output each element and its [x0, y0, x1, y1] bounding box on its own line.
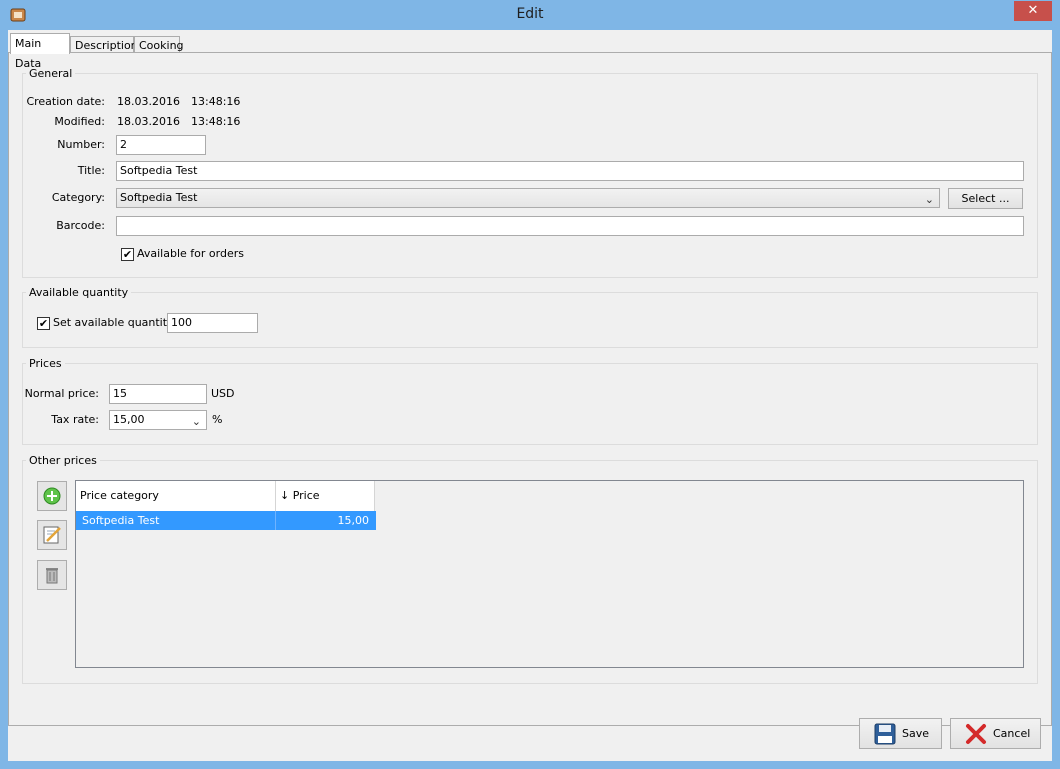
add-price-button[interactable] — [37, 481, 67, 511]
chevron-down-icon: ⌄ — [924, 193, 934, 206]
category-value: Softpedia Test — [120, 191, 198, 204]
category-dropdown[interactable]: Softpedia Test ⌄ — [116, 188, 940, 208]
cancel-button[interactable]: Cancel — [950, 718, 1041, 749]
other-prices-group-title: Other prices — [26, 454, 100, 467]
tab-cooking[interactable]: Cooking — [134, 36, 184, 53]
tab-description[interactable]: Description — [70, 36, 138, 53]
available-quantity-group-title: Available quantity — [26, 286, 132, 299]
save-label: Save — [902, 727, 930, 740]
set-quantity-checkbox[interactable]: ✔ — [37, 317, 50, 330]
main-data-panel: General Creation date: 18.03.2016 13:48:… — [8, 52, 1052, 726]
barcode-label: Barcode: — [56, 219, 105, 232]
table-header: Price category ↓ Price — [76, 481, 375, 511]
normal-price-label: Normal price: — [24, 387, 99, 400]
column-header-price[interactable]: ↓ Price — [276, 481, 375, 511]
prices-group — [22, 363, 1038, 445]
edit-icon — [43, 526, 61, 544]
delete-price-button[interactable] — [37, 560, 67, 590]
available-for-orders-checkbox[interactable]: ✔ — [121, 248, 134, 261]
save-button[interactable]: Save — [859, 718, 942, 749]
number-label: Number: — [57, 138, 105, 151]
tax-rate-value: 15,00 — [113, 413, 145, 426]
title-bar: Edit ✕ — [0, 0, 1060, 30]
tab-main-data[interactable]: Main Data — [10, 33, 70, 70]
set-quantity-label: Set available quantity: — [53, 316, 177, 329]
title-field[interactable]: Softpedia Test — [116, 161, 1024, 181]
tax-rate-dropdown[interactable]: 15,00 ⌄ — [109, 410, 207, 430]
quantity-field[interactable]: 100 — [167, 313, 258, 333]
creation-date-label: Creation date: — [26, 95, 105, 108]
category-label: Category: — [51, 191, 105, 204]
table-row[interactable]: Softpedia Test 15,00 — [76, 511, 376, 530]
modified-label: Modified: — [54, 115, 105, 128]
barcode-field[interactable] — [116, 216, 1024, 236]
creation-time-value: 13:48:16 — [191, 95, 241, 108]
window-title: Edit — [516, 6, 544, 22]
red-x-icon — [966, 724, 986, 744]
add-icon — [43, 487, 61, 505]
normal-price-field[interactable]: 15 — [109, 384, 207, 404]
cancel-label: Cancel — [993, 727, 1031, 740]
edit-window: Edit ✕ Main Data Description Cooking Gen… — [0, 0, 1060, 769]
edit-price-button[interactable] — [37, 520, 67, 550]
dialog-client: Main Data Description Cooking General Cr… — [8, 30, 1052, 761]
prices-group-title: Prices — [26, 357, 65, 370]
tax-rate-label: Tax rate: — [51, 413, 99, 426]
chevron-down-icon: ⌄ — [191, 415, 201, 428]
row-price: 15,00 — [337, 514, 370, 527]
title-label: Title: — [77, 164, 105, 177]
available-for-orders-label: Available for orders — [137, 247, 244, 260]
modified-time-value: 13:48:16 — [191, 115, 241, 128]
column-header-price-category[interactable]: Price category — [76, 481, 276, 511]
creation-date-value: 18.03.2016 — [117, 95, 180, 108]
modified-date-value: 18.03.2016 — [117, 115, 180, 128]
trash-icon — [46, 568, 58, 584]
close-button[interactable]: ✕ — [1014, 1, 1052, 21]
number-field[interactable]: 2 — [116, 135, 206, 155]
other-prices-table[interactable]: Price category ↓ Price Softpedia Test 15… — [75, 480, 1024, 668]
floppy-disk-icon — [874, 723, 896, 745]
currency-label: USD — [211, 387, 235, 400]
row-price-category: Softpedia Test — [76, 511, 276, 530]
select-category-button[interactable]: Select ... — [948, 188, 1023, 209]
tax-unit-label: % — [212, 413, 223, 426]
